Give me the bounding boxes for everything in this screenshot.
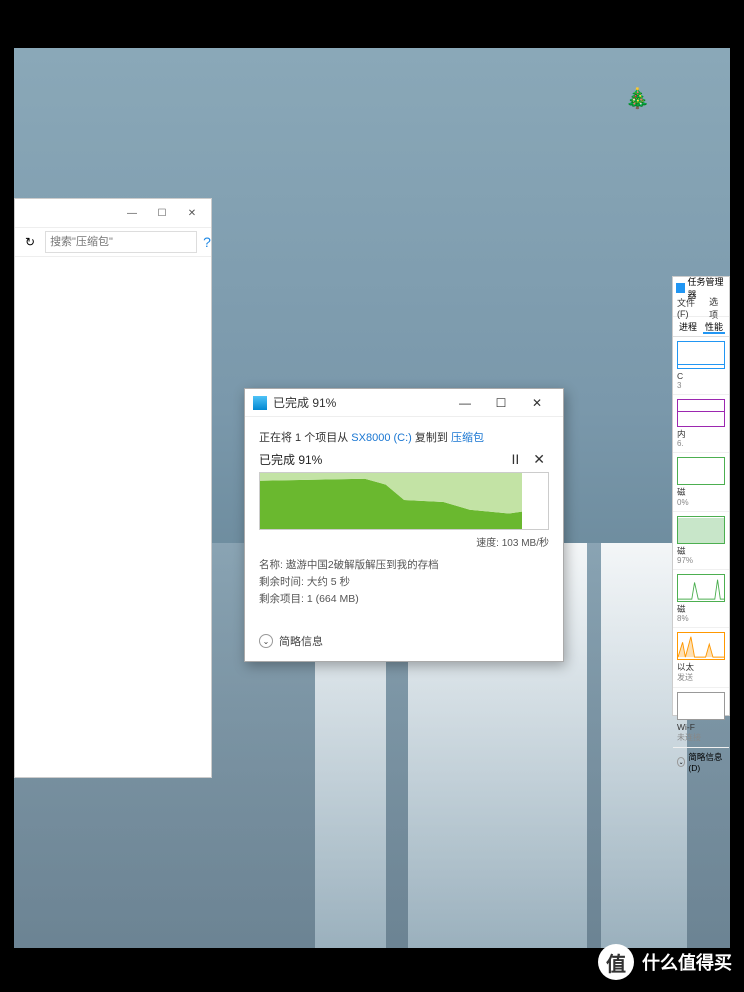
progress-graph [259, 472, 549, 530]
copy-source-line: 正在将 1 个项目从 SX8000 (C:) 复制到 压缩包 [259, 429, 549, 445]
percent-label: 已完成 91% [259, 451, 322, 468]
copy-footer[interactable]: ⌄ 简略信息 [245, 627, 563, 661]
copy-dialog-icon [253, 396, 267, 410]
taskmgr-menu: 文件(F) 选项 [673, 299, 729, 317]
perf-disk2[interactable]: 磁 8% [673, 570, 729, 628]
pause-button[interactable]: II [511, 451, 519, 468]
dest-link[interactable]: 压缩包 [451, 432, 484, 444]
menu-file[interactable]: 文件(F) [677, 296, 703, 319]
taskmgr-icon [676, 283, 685, 293]
task-manager-window: 任务管理器 文件(F) 选项 进程 性能 C 3 内 6. 磁 0% 磁 97% [672, 276, 730, 716]
disk-chart-icon [677, 457, 725, 485]
speed-label: 速度: 103 MB/秒 [259, 534, 549, 549]
copy-titlebar[interactable]: 已完成 91% — ☐ ✕ [245, 389, 563, 417]
disk-chart-icon [677, 516, 725, 544]
watermark-text: 什么值得买 [642, 949, 732, 975]
refresh-icon[interactable]: ↻ [21, 235, 39, 249]
chevron-down-icon[interactable]: ⌄ [677, 757, 685, 767]
close-button[interactable]: ✕ [177, 201, 207, 225]
perf-disk0[interactable]: 磁 0% [673, 453, 729, 511]
perf-cpu[interactable]: C 3 [673, 337, 729, 395]
watermark: 值 什么值得买 [598, 944, 732, 980]
disk-chart-icon [677, 574, 725, 602]
taskmgr-tabs: 进程 性能 [673, 317, 729, 337]
memory-chart-icon [677, 399, 725, 427]
progress-fill-icon [260, 473, 522, 529]
chevron-down-icon[interactable]: ⌄ [259, 634, 273, 648]
maximize-button[interactable]: ☐ [147, 201, 177, 225]
explorer-toolbar: ↻ ? [15, 227, 211, 257]
copy-dialog: 已完成 91% — ☐ ✕ 正在将 1 个项目从 SX8000 (C:) 复制到… [244, 388, 564, 662]
ethernet-chart-icon [677, 632, 725, 660]
time-remaining: 大约 5 秒 [307, 576, 350, 588]
wifi-chart-icon [677, 692, 725, 720]
taskmgr-footer[interactable]: ⌄ 简略信息(D) [673, 748, 729, 776]
desktop: 🎄 — ☐ ✕ ↻ ? 已完成 91% — ☐ ✕ 正在将 1 个项目从 SX8… [14, 48, 730, 948]
file-name: 遨游中国2破解版解压到我的存档 [286, 559, 439, 571]
copy-title: 已完成 91% [273, 394, 447, 411]
maximize-button[interactable]: ☐ [483, 389, 519, 417]
search-input[interactable] [45, 231, 197, 253]
perf-wifi[interactable]: Wi-F 未连接 [673, 688, 729, 748]
progress-row: 已完成 91% II ✕ [259, 451, 549, 468]
cpu-chart-icon [677, 341, 725, 369]
explorer-window: — ☐ ✕ ↻ ? [14, 198, 212, 778]
close-button[interactable]: ✕ [519, 389, 555, 417]
perf-memory[interactable]: 内 6. [673, 395, 729, 453]
explorer-titlebar[interactable]: — ☐ ✕ [15, 199, 211, 227]
items-remaining: 1 (664 MB) [307, 593, 359, 605]
perf-disk1[interactable]: 磁 97% [673, 512, 729, 570]
tab-processes[interactable]: 进程 [677, 319, 699, 334]
watermark-badge: 值 [598, 944, 634, 980]
minimize-button[interactable]: — [117, 201, 147, 225]
desktop-tree-icon[interactable]: 🎄 [625, 86, 650, 111]
footer-label: 简略信息 [279, 633, 323, 649]
menu-options[interactable]: 选项 [709, 295, 725, 321]
explorer-body [15, 257, 211, 777]
cancel-button[interactable]: ✕ [533, 451, 545, 468]
perf-ethernet[interactable]: 以太 发送 [673, 628, 729, 688]
tab-performance[interactable]: 性能 [703, 319, 725, 334]
copy-details: 名称: 遨游中国2破解版解压到我的存档 剩余时间: 大约 5 秒 剩余项目: 1… [259, 557, 549, 607]
minimize-button[interactable]: — [447, 389, 483, 417]
source-link[interactable]: SX8000 (C:) [351, 432, 412, 444]
help-icon[interactable]: ? [203, 234, 211, 250]
copy-body: 正在将 1 个项目从 SX8000 (C:) 复制到 压缩包 已完成 91% I… [245, 417, 563, 627]
